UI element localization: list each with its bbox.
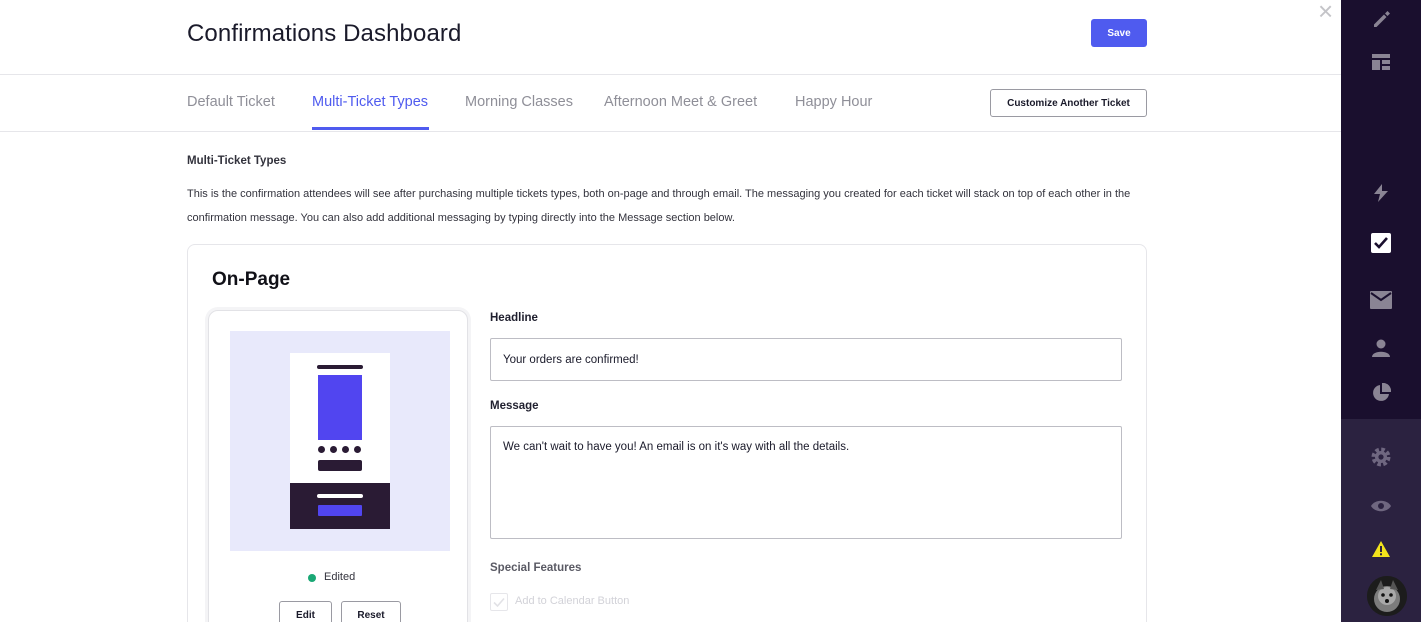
pencil-icon[interactable] [1370,8,1392,30]
calendar-checkbox-label: Add to Calendar Button [515,595,630,607]
confirmation-preview: Edited Edit Reset [208,310,468,622]
status-dot [308,574,316,582]
right-sidebar [1341,0,1421,622]
preview-thumbnail [230,331,450,551]
eye-icon[interactable] [1370,495,1392,517]
headline-label: Headline [490,312,538,324]
pie-chart-icon[interactable] [1370,382,1392,404]
message-textarea[interactable]: We can't wait to have you! An email is o… [490,426,1122,539]
bolt-icon[interactable] [1370,182,1392,204]
tab-multi-ticket-types[interactable]: Multi-Ticket Types [312,94,428,110]
phone-mockup-icon [290,353,390,529]
main-content: Confirmations Dashboard Save × Default T… [0,0,1341,622]
headline-input[interactable] [490,338,1122,381]
mail-icon[interactable] [1370,289,1392,311]
ticket-tabs: Default Ticket Multi-Ticket Types Mornin… [0,75,1341,132]
active-tab-indicator [312,127,429,130]
tab-afternoon-meet-greet[interactable]: Afternoon Meet & Greet [604,94,757,110]
message-label: Message [490,400,539,412]
section-title: Multi-Ticket Types [187,155,287,167]
on-page-card: On-Page Edited Edit Reset Headline Your … [187,244,1147,622]
tab-morning-classes[interactable]: Morning Classes [465,94,573,110]
calendar-checkbox[interactable] [490,593,508,611]
gear-icon[interactable] [1370,446,1392,468]
checkbox-icon[interactable] [1370,232,1392,254]
card-title: On-Page [212,269,291,290]
customize-another-ticket-button[interactable]: Customize Another Ticket [990,89,1147,117]
page-header: Confirmations Dashboard Save × [0,0,1341,75]
layout-icon[interactable] [1370,51,1392,73]
status-text: Edited [324,571,356,583]
reset-button[interactable]: Reset [341,601,401,622]
tab-default-ticket[interactable]: Default Ticket [187,94,275,110]
warning-icon[interactable] [1370,538,1392,560]
person-icon[interactable] [1370,337,1392,359]
section-description: This is the confirmation attendees will … [187,188,1131,224]
user-avatar[interactable] [1367,576,1407,616]
close-icon[interactable]: × [1318,0,1333,24]
special-features-label: Special Features [490,562,582,574]
save-button[interactable]: Save [1091,19,1147,47]
edit-button[interactable]: Edit [279,601,332,622]
tab-happy-hour[interactable]: Happy Hour [795,94,872,110]
checkmark-icon [493,597,505,608]
page-title: Confirmations Dashboard [187,20,462,47]
